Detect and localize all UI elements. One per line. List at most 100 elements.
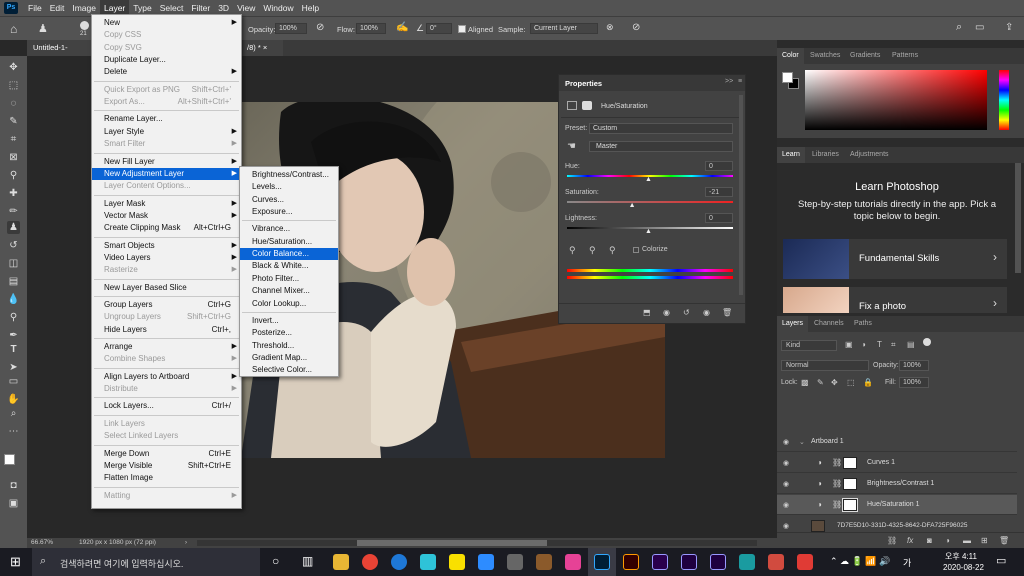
zoom-level[interactable]: 66.67% (31, 539, 53, 546)
channel-select[interactable]: Master (589, 141, 733, 152)
lock-image-icon[interactable]: ✎ (817, 378, 824, 387)
tab-layers[interactable]: Layers (777, 316, 809, 332)
adj-menu-posterize[interactable]: Posterize... (240, 327, 338, 339)
lock-artboard-icon[interactable]: ⬚ (847, 378, 855, 387)
brush-preview-icon[interactable] (80, 21, 89, 30)
clone-stamp-icon[interactable]: ♟ (38, 22, 48, 35)
adj-menu-gradient-map[interactable]: Gradient Map... (240, 352, 338, 364)
filter-smart-icon[interactable]: ▤ (907, 340, 915, 349)
ignore-adjustment-icon[interactable]: ⊗ (606, 22, 614, 33)
status-arrow-icon[interactable]: › (185, 540, 187, 546)
screen-mode-icon[interactable]: ▣ (7, 497, 20, 510)
hue-input[interactable]: 0 (705, 161, 733, 171)
document-tab[interactable]: Untitled-1-Recov (27, 40, 93, 68)
filter-shape-icon[interactable]: ⌗ (891, 340, 896, 350)
blur-tool-icon[interactable]: 💧 (7, 293, 20, 306)
menu-help[interactable]: Help (298, 0, 323, 16)
document-tab-suffix[interactable]: /8) * × (243, 40, 283, 56)
color-field[interactable] (805, 70, 987, 130)
photoshop-taskbar-icon[interactable] (594, 554, 610, 570)
dodge-tool-icon[interactable]: ⚲ (7, 311, 20, 324)
quick-mask-icon[interactable]: ◘ (7, 479, 20, 492)
lock-transparent-icon[interactable]: ▩ (801, 378, 809, 387)
foreground-color-swatch[interactable] (4, 454, 15, 465)
menu-edit[interactable]: Edit (46, 0, 69, 16)
tab-gradients[interactable]: Gradients (845, 48, 885, 64)
adj-menu-color-lookup[interactable]: Color Lookup... (240, 298, 338, 310)
layer-menu-layer-content-options[interactable]: Layer Content Options... (92, 180, 241, 192)
frame-tool-icon[interactable]: ⊠ (7, 151, 20, 164)
photo-layer-thumbnail[interactable] (811, 520, 825, 532)
layer-menu-arrange[interactable]: Arrange ▶ (92, 341, 241, 353)
cortana-icon[interactable]: ○ (272, 554, 279, 568)
app-icon[interactable] (507, 554, 523, 570)
adj-menu-hue-saturation[interactable]: Hue/Saturation... (240, 236, 338, 248)
layer-menu-smart-objects[interactable]: Smart Objects ▶ (92, 240, 241, 252)
layer-menu-group-layers[interactable]: Group Layers Ctrl+G (92, 299, 241, 311)
game-icon[interactable] (536, 554, 552, 570)
panel-menu-icon[interactable]: ≡ (738, 78, 742, 85)
layer-menu-combine-shapes[interactable]: Combine Shapes ▶ (92, 353, 241, 365)
layer-menu-quick-export-as-png[interactable]: Quick Export as PNG Shift+Ctrl+' (92, 84, 241, 96)
media-encoder-icon[interactable] (710, 554, 726, 570)
hue-strip[interactable] (999, 70, 1009, 130)
mask-thumbnail[interactable] (843, 478, 857, 490)
lightness-slider-handle[interactable]: ▲ (645, 228, 652, 235)
adj-menu-exposure[interactable]: Exposure... (240, 206, 338, 218)
windows-start-icon[interactable]: ⊞ (10, 554, 21, 570)
healing-tool-icon[interactable]: ✚ (7, 187, 20, 200)
lock-position-icon[interactable]: ✥ (831, 378, 838, 387)
blend-mode-select[interactable]: Normal (781, 360, 869, 371)
layer-menu-matting[interactable]: Matting ▶ (92, 490, 241, 502)
menu-file[interactable]: File (24, 0, 46, 16)
search-icon[interactable]: ⌕ (956, 21, 962, 34)
layer-menu-rasterize[interactable]: Rasterize ▶ (92, 264, 241, 276)
tab-swatches[interactable]: Swatches (805, 48, 845, 64)
clone-stamp-tool-icon[interactable]: ♟ (7, 221, 20, 234)
learn-scrollbar[interactable] (1015, 163, 1021, 273)
filter-toggle-icon[interactable] (923, 338, 931, 346)
zoom-app-icon[interactable] (478, 554, 494, 570)
tray-icons[interactable]: ⌃ ☁ 🔋 📶 🔊 (830, 556, 890, 567)
preset-select[interactable]: Custom (589, 123, 733, 134)
quick-select-tool-icon[interactable]: ✎ (7, 115, 20, 128)
airbrush-icon[interactable]: ✍ (396, 22, 408, 33)
ime-icon[interactable]: 가 (903, 556, 911, 569)
adj-menu-photo-filter[interactable]: Photo Filter... (240, 273, 338, 285)
layer-menu-copy-css[interactable]: Copy CSS (92, 29, 241, 41)
adj-menu-curves[interactable]: Curves... (240, 194, 338, 206)
lock-all-icon[interactable]: 🔒 (863, 378, 873, 387)
link-icon[interactable]: ⛓ (832, 479, 842, 488)
layer-menu-copy-svg[interactable]: Copy SVG (92, 42, 241, 54)
link-icon[interactable]: ⛓ (832, 500, 842, 509)
mask-icon[interactable] (582, 101, 592, 110)
layer-menu-merge-down[interactable]: Merge Down Ctrl+E (92, 448, 241, 460)
flow-input[interactable]: 100% (356, 23, 386, 34)
layer-menu-layer-mask[interactable]: Layer Mask ▶ (92, 198, 241, 210)
adj-menu-color-balance[interactable]: Color Balance... (240, 248, 338, 261)
chrome-icon[interactable] (362, 554, 378, 570)
edge-icon[interactable] (391, 554, 407, 570)
link-layers-icon[interactable]: ⛓ (887, 536, 897, 545)
layer-menu-video-layers[interactable]: Video Layers ▶ (92, 252, 241, 264)
lightness-input[interactable]: 0 (705, 213, 733, 223)
layer-menu-distribute[interactable]: Distribute ▶ (92, 383, 241, 395)
tab-channels[interactable]: Channels (809, 316, 849, 332)
eye-icon[interactable]: ◉ (783, 438, 789, 446)
adj-menu-vibrance[interactable]: Vibrance... (240, 223, 338, 235)
taskbar-search-box[interactable]: ⌕ 검색하려면 여기에 입력하십시오. (32, 548, 260, 576)
layer-menu-new-adjustment-layer[interactable]: New Adjustment Layer ▶ (92, 167, 241, 180)
hue-slider-handle[interactable]: ▲ (645, 176, 652, 183)
add-mask-icon[interactable]: ◙ (927, 536, 932, 545)
delete-adjustment-icon[interactable]: 🗑 (722, 308, 732, 317)
tab-patterns[interactable]: Patterns (887, 48, 923, 64)
layer-menu-rename-layer[interactable]: Rename Layer... (92, 113, 241, 125)
new-adjustment-icon[interactable]: ◑ (945, 536, 950, 545)
app-icon[interactable] (797, 554, 813, 570)
tab-paths[interactable]: Paths (849, 316, 877, 332)
layer-menu-align-layers-to-artboard[interactable]: Align Layers to Artboard ▶ (92, 371, 241, 383)
layer-row-hue-saturation[interactable]: ◉ ◑ ⛓ Hue/Saturation 1 (777, 495, 1017, 515)
move-tool-icon[interactable]: ✥ (7, 61, 20, 74)
aligned-checkbox[interactable] (458, 25, 466, 33)
adj-menu-brightness-contrast[interactable]: Brightness/Contrast... (240, 169, 338, 181)
